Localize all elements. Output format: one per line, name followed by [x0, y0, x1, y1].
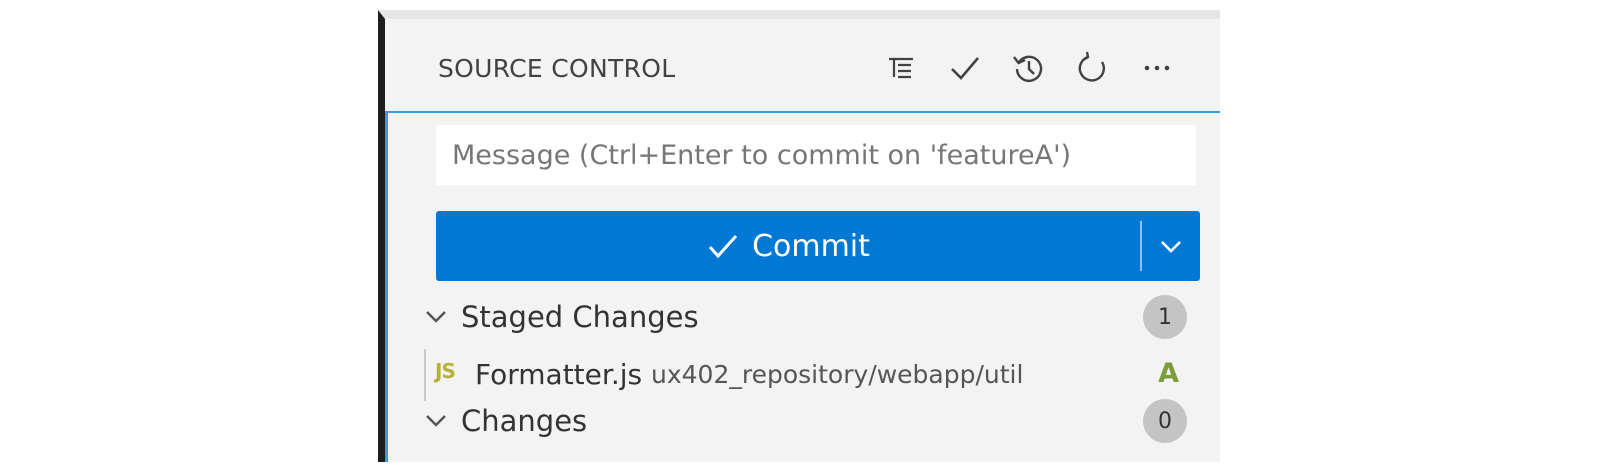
changes-count-badge: 0	[1143, 399, 1187, 443]
view-as-tree-button[interactable]	[878, 45, 924, 91]
source-control-panel: SOURCE CONTROL Message (Ctrl+Enter to co…	[378, 10, 1220, 462]
view-as-tree-icon	[889, 57, 913, 79]
chevron-down-icon	[426, 415, 446, 427]
header-toolbar	[878, 45, 1180, 91]
focus-indicator	[385, 111, 388, 462]
commit-check-icon	[951, 57, 979, 80]
javascript-file-icon: JS	[435, 359, 456, 383]
staged-changes-label: Staged Changes	[461, 300, 699, 334]
staged-count-badge: 1	[1143, 295, 1187, 339]
history-button[interactable]	[1006, 45, 1052, 91]
commit-check-button[interactable]	[942, 45, 988, 91]
commit-button-label: Commit	[752, 228, 870, 264]
check-icon	[708, 234, 738, 259]
chevron-down-icon	[1161, 241, 1181, 253]
chevron-down-icon	[426, 311, 446, 323]
changes-header[interactable]: Changes 0	[423, 399, 1187, 443]
more-actions-icon	[1144, 65, 1170, 71]
commit-button[interactable]: Commit	[436, 211, 1140, 281]
commit-message-input[interactable]	[436, 125, 1196, 185]
file-name: Formatter.js	[475, 358, 643, 391]
tree-indent-guide	[424, 349, 426, 401]
refresh-icon	[1078, 51, 1105, 82]
staged-file-row[interactable]: JS Formatter.js ux402_repository/webapp/…	[423, 349, 1187, 401]
panel-header: SOURCE CONTROL	[385, 19, 1220, 113]
file-path: ux402_repository/webapp/util	[651, 360, 1024, 389]
staged-changes-header[interactable]: Staged Changes 1	[423, 295, 1187, 339]
panel-title: SOURCE CONTROL	[438, 54, 676, 83]
history-icon	[1013, 55, 1043, 82]
more-actions-button[interactable]	[1134, 45, 1180, 91]
commit-button-group: Commit	[436, 211, 1200, 281]
commit-dropdown-button[interactable]	[1142, 211, 1200, 281]
file-status-added: A	[1158, 358, 1179, 389]
changes-label: Changes	[461, 404, 588, 438]
refresh-button[interactable]	[1070, 45, 1116, 91]
